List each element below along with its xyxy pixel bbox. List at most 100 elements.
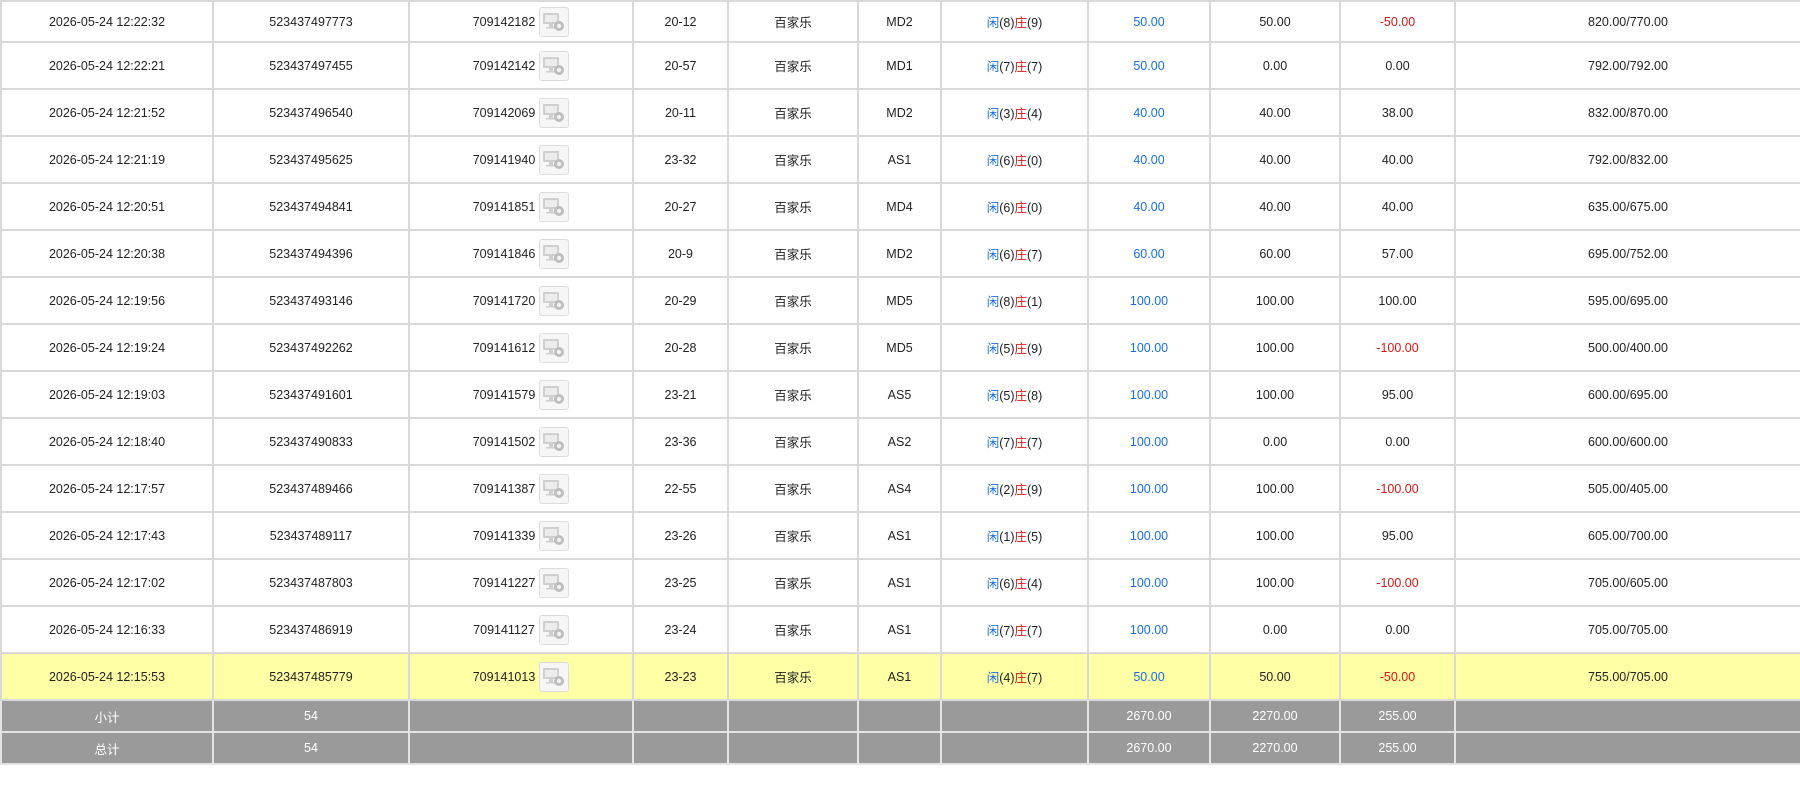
player-label: 闲 [986, 671, 1000, 685]
bet-time: 2026-05-24 12:20:38 [0, 229, 214, 278]
bet-amount: 40.00 [1087, 135, 1211, 184]
bet-amount: 100.00 [1087, 417, 1211, 466]
game-number-cell: 709141846 [408, 229, 634, 278]
win-loss: -100.00 [1339, 464, 1456, 513]
round-number: 23-32 [632, 135, 729, 184]
order-number: 523437489117 [212, 511, 410, 560]
empty-cell [632, 699, 729, 733]
game-record-icon[interactable] [539, 426, 570, 457]
bet-time: 2026-05-24 12:15:53 [0, 652, 214, 701]
result-cell: 闲(5)庄(8) [940, 370, 1089, 419]
banker-label: 庄 [1014, 295, 1028, 309]
round-number: 20-12 [632, 0, 729, 43]
subtotal-label: 小计 [0, 699, 214, 733]
player-label: 闲 [986, 624, 1000, 638]
game-number: 709141339 [472, 528, 536, 543]
total-bet: 2670.00 [1087, 731, 1211, 765]
game-record-icon[interactable] [538, 614, 569, 645]
game-record-icon[interactable] [539, 567, 570, 598]
subtotal-valid: 2270.00 [1209, 699, 1341, 733]
game-number: 709141851 [472, 199, 536, 214]
bet-time: 2026-05-24 12:21:19 [0, 135, 214, 184]
empty-cell [940, 699, 1089, 733]
table-row: 2026-05-24 12:19:03 523437491601 709141579… [0, 370, 1800, 419]
table-code: AS5 [857, 370, 942, 419]
balance-before-after: 505.00/405.00 [1454, 464, 1800, 513]
valid-bet: 100.00 [1209, 323, 1341, 372]
table-row: 2026-05-24 12:19:24 523437492262 709141612… [0, 323, 1800, 372]
game-record-icon[interactable] [539, 6, 570, 37]
bet-amount: 100.00 [1087, 558, 1211, 607]
valid-bet: 40.00 [1209, 88, 1341, 137]
table-code: MD5 [857, 276, 942, 325]
player-label: 闲 [986, 436, 1000, 450]
empty-cell [857, 699, 942, 733]
result-cell: 闲(7)庄(7) [940, 417, 1089, 466]
bet-amount: 100.00 [1087, 605, 1211, 654]
win-loss: 100.00 [1339, 276, 1456, 325]
table-row: 2026-05-24 12:15:53 523437485779 709141013… [0, 652, 1800, 701]
game-record-icon[interactable] [539, 191, 570, 222]
game-number-cell: 709142142 [408, 41, 634, 90]
table-code: AS2 [857, 417, 942, 466]
banker-label: 庄 [1014, 248, 1028, 262]
game-record-icon[interactable] [539, 520, 570, 551]
game-number: 709141846 [472, 246, 536, 261]
game-record-icon[interactable] [539, 661, 570, 692]
game-type: 百家乐 [727, 0, 859, 43]
table-code: MD4 [857, 182, 942, 231]
game-record-icon[interactable] [539, 379, 570, 410]
game-record-icon[interactable] [539, 97, 570, 128]
valid-bet: 40.00 [1209, 182, 1341, 231]
round-number: 23-24 [632, 605, 729, 654]
table-code: AS1 [857, 558, 942, 607]
banker-points: (4) [1027, 107, 1043, 121]
player-points: (6) [999, 154, 1015, 168]
banker-label: 庄 [1014, 16, 1028, 30]
game-record-icon[interactable] [539, 144, 570, 175]
player-points: (6) [999, 248, 1015, 262]
order-number: 523437495625 [212, 135, 410, 184]
player-label: 闲 [986, 295, 1000, 309]
valid-bet: 40.00 [1209, 135, 1341, 184]
bet-amount: 100.00 [1087, 370, 1211, 419]
balance-before-after: 792.00/832.00 [1454, 135, 1800, 184]
bet-amount: 100.00 [1087, 511, 1211, 560]
win-loss: -100.00 [1339, 558, 1456, 607]
balance-before-after: 792.00/792.00 [1454, 41, 1800, 90]
valid-bet: 60.00 [1209, 229, 1341, 278]
bet-time: 2026-05-24 12:17:57 [0, 464, 214, 513]
game-number-cell: 709141579 [408, 370, 634, 419]
game-type: 百家乐 [727, 276, 859, 325]
table-row: 2026-05-24 12:17:02 523437487803 709141227… [0, 558, 1800, 607]
game-record-icon[interactable] [539, 238, 570, 269]
empty-cell [408, 699, 634, 733]
valid-bet: 50.00 [1209, 0, 1341, 43]
banker-points: (9) [1027, 483, 1043, 497]
round-number: 20-11 [632, 88, 729, 137]
game-number-cell: 709141387 [408, 464, 634, 513]
balance-before-after: 605.00/700.00 [1454, 511, 1800, 560]
game-record-icon[interactable] [539, 332, 570, 363]
player-label: 闲 [986, 389, 1000, 403]
table-row: 2026-05-24 12:20:38 523437494396 709141846… [0, 229, 1800, 278]
banker-points: (7) [1027, 248, 1043, 262]
game-record-icon[interactable] [539, 285, 570, 316]
banker-points: (7) [1027, 60, 1043, 74]
valid-bet: 0.00 [1209, 41, 1341, 90]
banker-label: 庄 [1014, 577, 1028, 591]
player-points: (1) [999, 530, 1015, 544]
game-type: 百家乐 [727, 182, 859, 231]
banker-points: (4) [1027, 577, 1043, 591]
valid-bet: 50.00 [1209, 652, 1341, 701]
balance-before-after: 755.00/705.00 [1454, 652, 1800, 701]
banker-points: (9) [1027, 342, 1043, 356]
order-number: 523437490833 [212, 417, 410, 466]
game-record-icon[interactable] [539, 50, 570, 81]
game-record-icon[interactable] [539, 473, 570, 504]
balance-before-after: 600.00/600.00 [1454, 417, 1800, 466]
game-number-cell: 709141720 [408, 276, 634, 325]
player-points: (2) [999, 483, 1015, 497]
round-number: 20-28 [632, 323, 729, 372]
game-number: 709142142 [472, 58, 536, 73]
